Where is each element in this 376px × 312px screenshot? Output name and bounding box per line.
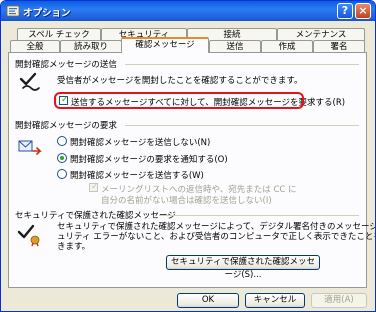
window-title: オプション: [23, 8, 71, 19]
return-receipt-icon: [18, 140, 42, 155]
mailing-list-label-line2[interactable]: 自分の名前がない場合は確認を送信しない(I): [101, 194, 272, 206]
secure-receipt-icon: [17, 224, 40, 247]
section-header-return: 開封確認メッセージの要求: [15, 121, 117, 131]
divider: [159, 215, 359, 216]
ok-button[interactable]: OK: [177, 293, 239, 308]
options-dialog: オプション ? × スペル チェック セキュリティ 接続 メンテナンス 全般 読…: [0, 0, 376, 312]
radio-selected-dot: [60, 156, 64, 160]
receipt-checkmark-icon: [19, 72, 40, 91]
check-icon: ✓: [91, 182, 99, 192]
tab-receipts[interactable]: 確認メッセージ: [121, 37, 209, 53]
secure-description-line3: きます。: [57, 242, 91, 252]
section-description-send: 受信者がメッセージを開封したことを確認することができます。: [57, 76, 303, 86]
radio-notify[interactable]: [57, 153, 67, 163]
highlight-outline: [54, 92, 304, 109]
mailing-list-checkbox[interactable]: ✓: [89, 182, 99, 192]
apply-button[interactable]: 適用(A): [311, 293, 367, 308]
cancel-button[interactable]: キャンセル: [245, 293, 305, 308]
help-button[interactable]: ?: [337, 3, 353, 19]
secure-receipts-button[interactable]: セキュリティで保護された確認メッセージ(S)...: [166, 255, 320, 280]
radio-never-send-label[interactable]: 開封確認メッセージを送信しない(N): [70, 136, 210, 148]
section-header-send: 開封確認メッセージの送信: [15, 60, 117, 70]
close-button[interactable]: ×: [355, 3, 371, 19]
app-icon: [6, 5, 20, 17]
radio-always-send-label[interactable]: 開封確認メッセージを送信する(W): [70, 169, 204, 181]
radio-always-send[interactable]: [57, 169, 67, 179]
radio-notify-label[interactable]: 開封確認メッセージの要求を通知する(O): [70, 153, 228, 165]
secure-description-line2: ュリティ エラーがないこと、および受信者のコンピュータで正しく表示できたことを確…: [57, 232, 376, 242]
radio-never-send[interactable]: [57, 136, 67, 146]
title-bar[interactable]: オプション ? ×: [1, 1, 375, 21]
divider: [125, 64, 359, 65]
divider: [125, 125, 359, 126]
